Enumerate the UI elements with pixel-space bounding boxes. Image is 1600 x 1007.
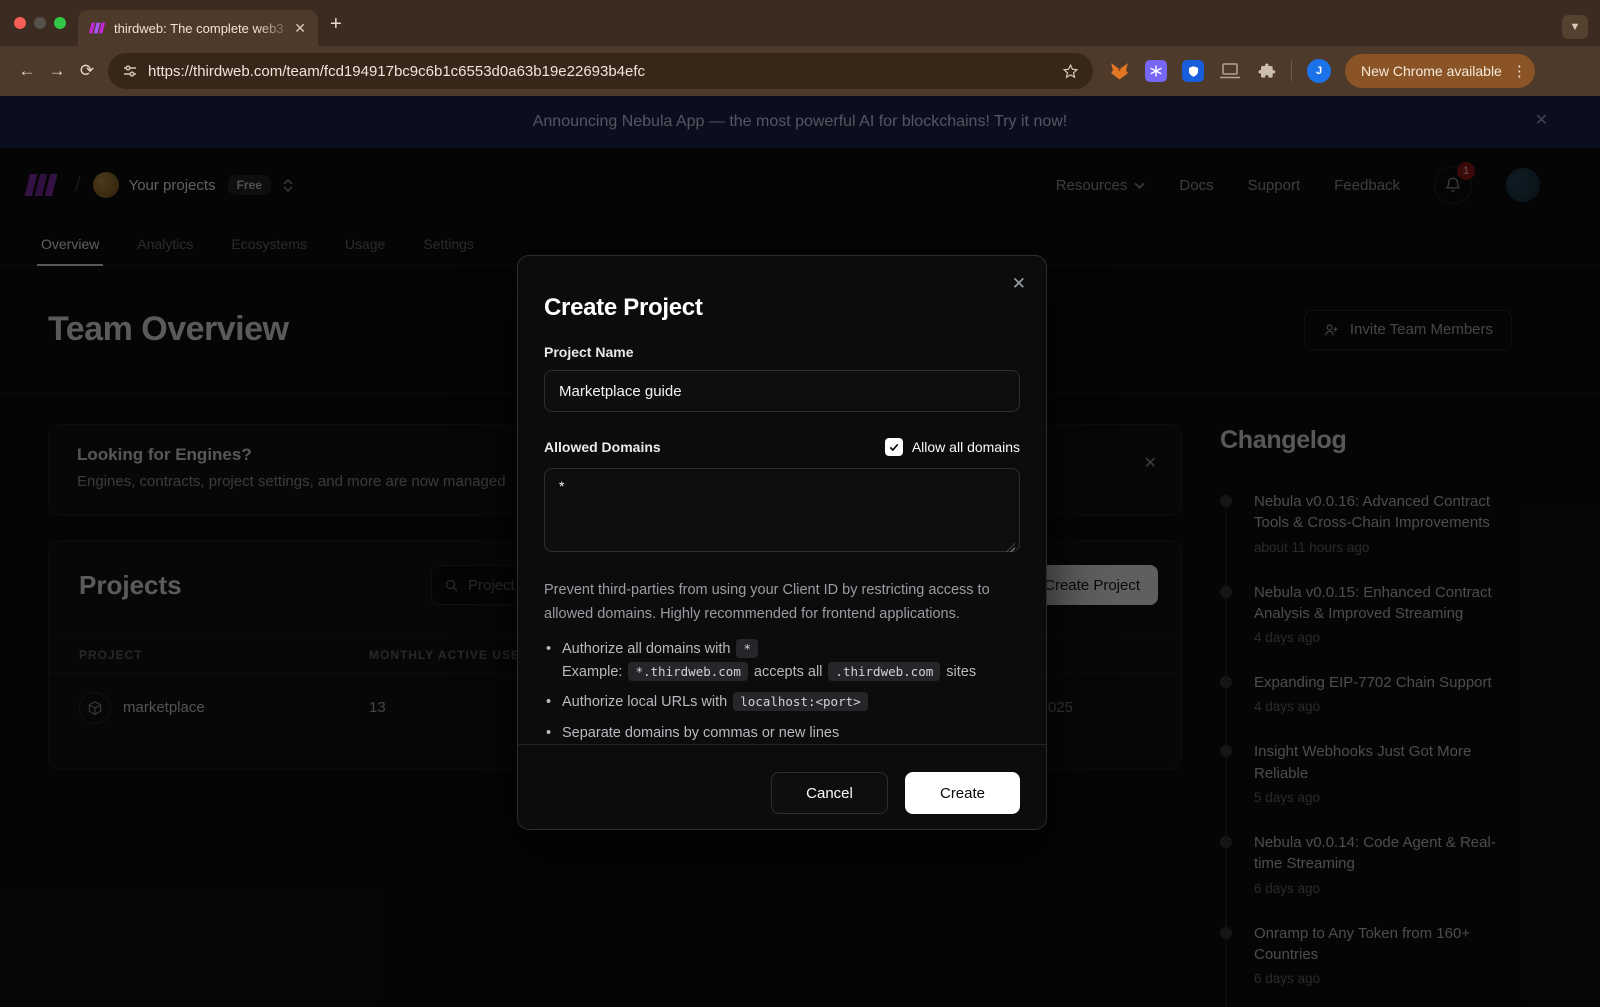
laptop-extension-icon[interactable] — [1219, 62, 1241, 80]
code-chip: *.thirdweb.com — [628, 662, 747, 681]
bullet-text: Separate domains by commas or new lines — [562, 725, 839, 741]
create-project-modal: ✕ Create Project Project Name Allowed Do… — [517, 255, 1047, 830]
project-name-input[interactable] — [544, 370, 1020, 412]
address-bar[interactable]: https://thirdweb.com/team/fcd194917bc9c6… — [108, 53, 1093, 89]
zoom-window-button[interactable] — [54, 17, 66, 29]
bullet-text: accepts all — [754, 664, 823, 680]
extension-icons: J — [1109, 59, 1331, 83]
bullet-authorize-all: Authorize all domains with * Example: *.… — [544, 638, 1020, 683]
extensions-puzzle-icon[interactable] — [1256, 61, 1276, 81]
tab-search-chevron-icon[interactable]: ▼ — [1562, 15, 1588, 39]
bullet-text: Authorize all domains with — [562, 641, 730, 657]
bullet-text: Example: — [562, 664, 622, 680]
forward-icon[interactable]: → — [42, 56, 72, 86]
browser-chrome: thirdweb: The complete web3 ✕ + ▼ ← → ⟳ … — [0, 0, 1600, 96]
tab-close-icon[interactable]: ✕ — [292, 20, 308, 37]
cancel-button[interactable]: Cancel — [771, 772, 888, 814]
bookmark-star-icon[interactable] — [1062, 63, 1079, 80]
back-icon[interactable]: ← — [12, 56, 42, 86]
browser-toolbar: ← → ⟳ https://thirdweb.com/team/fcd19491… — [0, 46, 1600, 96]
bullet-separate-domains: Separate domains by commas or new lines — [544, 722, 1020, 744]
allow-all-domains-control[interactable]: Allow all domains — [885, 438, 1020, 456]
metamask-icon[interactable] — [1109, 61, 1130, 82]
checkmark-icon — [888, 441, 900, 453]
snowflake-extension-icon[interactable] — [1145, 60, 1167, 82]
domains-textarea-wrap: * — [544, 456, 1020, 557]
allowed-domains-textarea[interactable]: * — [544, 468, 1020, 552]
tab-strip: thirdweb: The complete web3 ✕ + ▼ — [0, 0, 1600, 46]
thirdweb-favicon — [88, 22, 106, 34]
window-controls[interactable] — [14, 17, 66, 29]
modal-footer: Cancel Create — [518, 744, 1046, 829]
toolbar-divider — [1291, 61, 1292, 81]
chrome-menu-icon[interactable]: ⋮ — [1512, 62, 1527, 80]
chrome-profile-avatar[interactable]: J — [1307, 59, 1331, 83]
new-chrome-available-button[interactable]: New Chrome available ⋮ — [1345, 54, 1535, 88]
code-chip: * — [736, 639, 758, 658]
new-chrome-label: New Chrome available — [1361, 63, 1502, 79]
bullet-text: sites — [946, 664, 976, 680]
code-chip: .thirdweb.com — [828, 662, 940, 681]
browser-tab[interactable]: thirdweb: The complete web3 ✕ — [78, 10, 318, 46]
bullet-authorize-local: Authorize local URLs with localhost:<por… — [544, 691, 1020, 713]
allowed-domains-row: Allowed Domains Allow all domains — [544, 438, 1020, 456]
url-text[interactable]: https://thirdweb.com/team/fcd194917bc9c6… — [148, 63, 1054, 80]
bullet-text: Authorize local URLs with — [562, 694, 727, 710]
reload-icon[interactable]: ⟳ — [72, 56, 102, 86]
minimize-window-button[interactable] — [34, 17, 46, 29]
domains-bullet-list: Authorize all domains with * Example: *.… — [544, 638, 1020, 744]
allowed-domains-label: Allowed Domains — [544, 439, 661, 455]
modal-title: Create Project — [544, 294, 1020, 322]
modal-body: ✕ Create Project Project Name Allowed Do… — [518, 256, 1046, 744]
tab-title: thirdweb: The complete web3 — [114, 21, 292, 36]
allow-all-checkbox[interactable] — [885, 438, 903, 456]
new-tab-button[interactable]: + — [330, 14, 342, 34]
project-name-label: Project Name — [544, 344, 1020, 360]
code-chip: localhost:<port> — [733, 692, 867, 711]
allow-all-label: Allow all domains — [912, 439, 1020, 455]
domains-help-text: Prevent third-parties from using your Cl… — [544, 579, 1020, 626]
create-button[interactable]: Create — [905, 772, 1020, 814]
site-info-icon[interactable] — [122, 63, 138, 79]
modal-close-icon[interactable]: ✕ — [1012, 274, 1026, 294]
bitwarden-shield-icon[interactable] — [1182, 60, 1204, 82]
close-window-button[interactable] — [14, 17, 26, 29]
